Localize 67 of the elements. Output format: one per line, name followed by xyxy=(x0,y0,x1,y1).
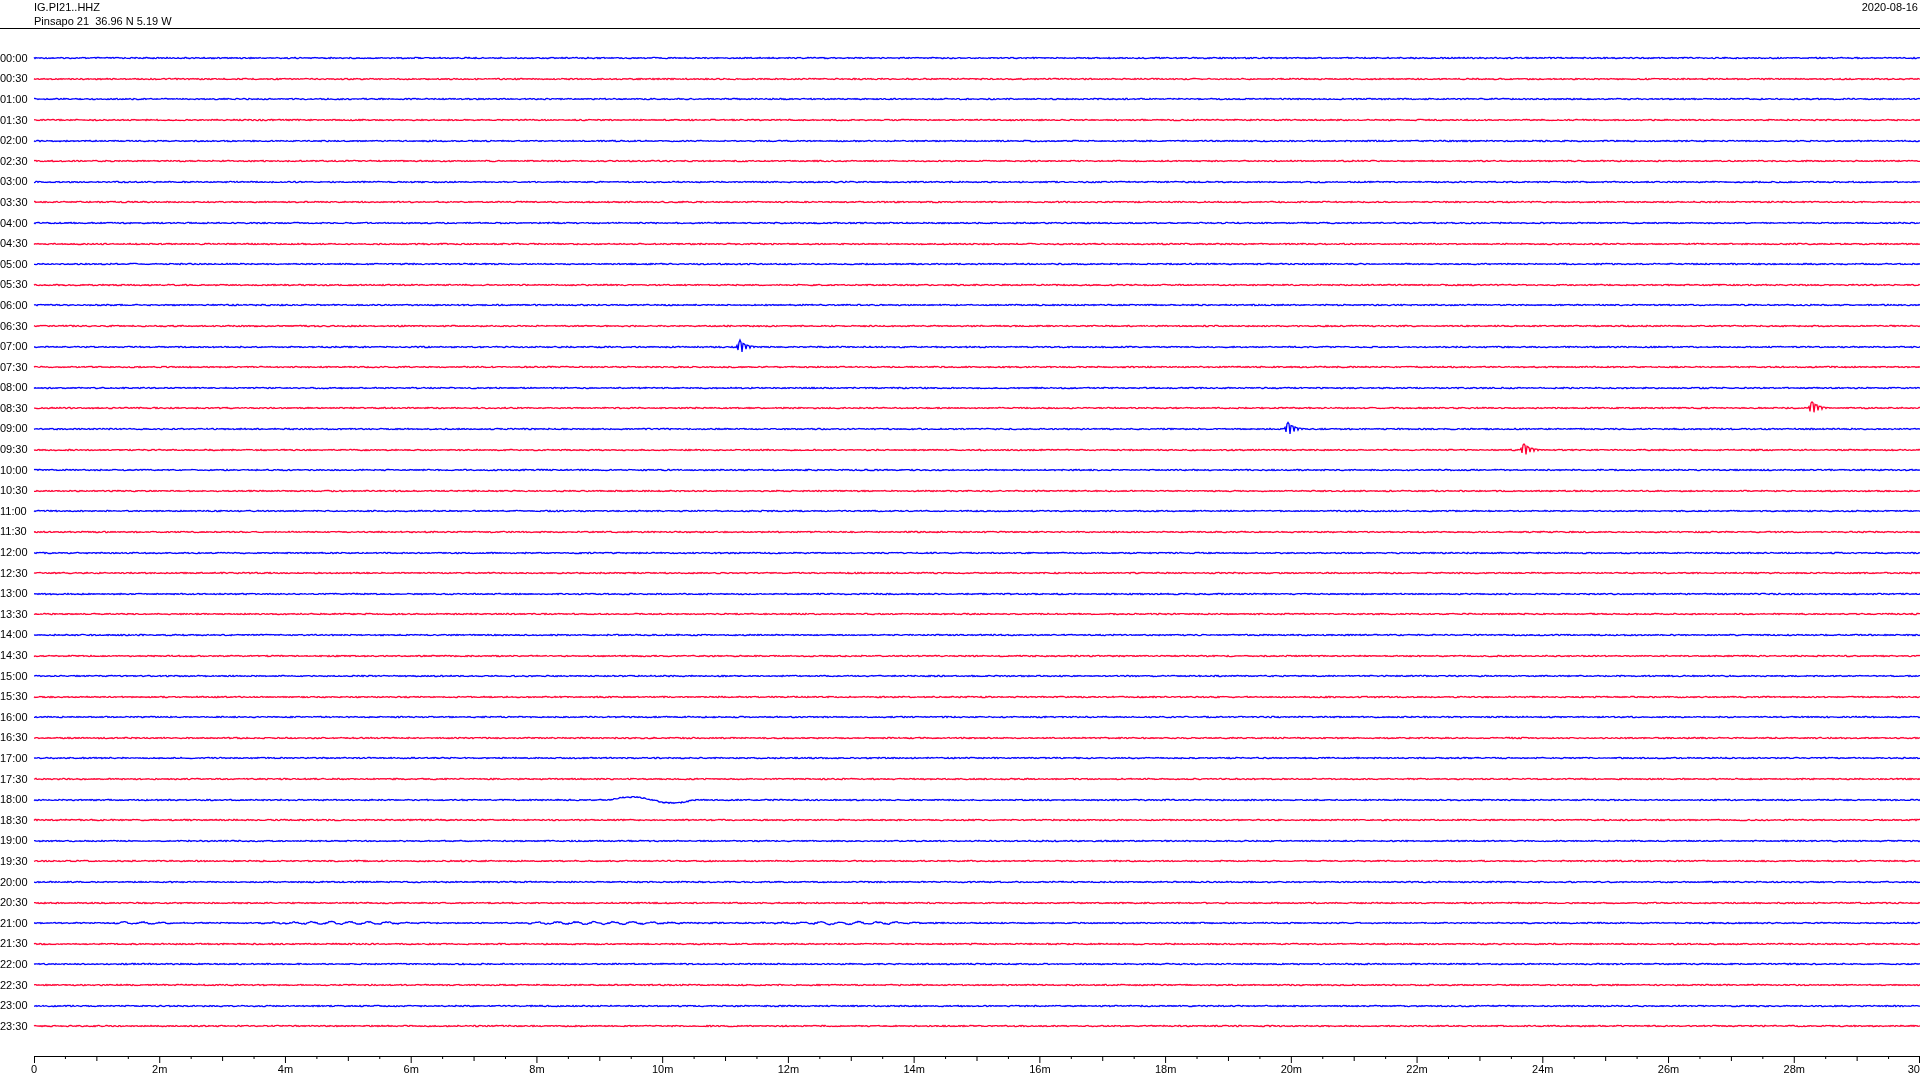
axis-label: 6m xyxy=(403,1063,419,1075)
time-label: 08:30 xyxy=(0,402,29,414)
time-label: 10:30 xyxy=(0,485,29,497)
time-label: 17:00 xyxy=(0,753,29,764)
time-label: 22:30 xyxy=(0,979,29,991)
axis-label: 2m xyxy=(152,1063,168,1075)
time-label: 03:30 xyxy=(0,196,29,208)
time-label: 00:30 xyxy=(0,73,29,85)
time-label: 13:30 xyxy=(0,608,29,620)
time-label: 07:00 xyxy=(0,341,29,353)
date-label: 2020-08-16 xyxy=(1861,0,1919,14)
time-label: 00:00 xyxy=(0,52,29,64)
station-info: Pinsapo 21 36.96 N 5.19 W xyxy=(34,14,172,28)
time-label: 05:00 xyxy=(0,258,29,270)
time-label: 15:00 xyxy=(0,670,29,682)
time-label: 02:00 xyxy=(0,135,29,147)
time-label: 16:00 xyxy=(0,711,29,723)
time-label: 15:30 xyxy=(0,691,29,703)
axis-label: 4m xyxy=(277,1063,294,1075)
time-label: 04:30 xyxy=(0,238,29,250)
axis-label: 26m xyxy=(1657,1063,1680,1075)
time-label: 14:00 xyxy=(0,629,29,641)
time-label: 18:30 xyxy=(0,814,29,826)
time-label: 16:30 xyxy=(0,732,29,744)
time-label: 23:30 xyxy=(0,1020,29,1032)
time-label: 13:00 xyxy=(0,588,29,600)
time-label: 19:00 xyxy=(0,835,29,847)
axis-label: 28m xyxy=(1783,1063,1805,1075)
time-label: 01:30 xyxy=(0,114,29,126)
axis-label: 10m xyxy=(651,1063,674,1075)
time-label: 12:00 xyxy=(0,547,29,559)
axis-label: 18m xyxy=(1154,1063,1177,1075)
axis-label: 14m xyxy=(903,1063,925,1075)
time-label: 09:30 xyxy=(0,444,29,456)
time-label: 07:30 xyxy=(0,361,29,373)
time-label: 02:30 xyxy=(0,155,29,167)
time-label: 14:30 xyxy=(0,650,29,661)
time-label: 20:00 xyxy=(0,876,29,888)
axis-label: 24m xyxy=(1532,1063,1554,1075)
time-label: 22:00 xyxy=(0,958,29,970)
axis-label: 8m xyxy=(529,1063,545,1075)
axis-label: 0 xyxy=(31,1063,38,1075)
time-label: 11:30 xyxy=(0,526,28,538)
axis-label: 12m xyxy=(777,1063,800,1075)
station-code: IG.PI21..HHZ xyxy=(34,0,102,14)
time-label: 06:00 xyxy=(0,299,29,311)
time-label: 05:30 xyxy=(0,279,29,291)
time-label: 21:00 xyxy=(0,917,29,929)
time-label: 04:00 xyxy=(0,217,29,229)
time-label: 17:30 xyxy=(0,773,29,785)
axis-label: 16m xyxy=(1029,1063,1051,1075)
time-label: 01:00 xyxy=(0,94,29,105)
axis-label: 22m xyxy=(1406,1063,1428,1075)
axis-label: 30 xyxy=(1907,1063,1920,1075)
time-label: 06:30 xyxy=(0,320,29,332)
time-label: 09:00 xyxy=(0,423,29,435)
time-label: 21:30 xyxy=(0,938,29,950)
time-label: 19:30 xyxy=(0,855,29,867)
time-label: 20:30 xyxy=(0,897,29,909)
time-label: 11:00 xyxy=(0,505,28,517)
axis-label: 20m xyxy=(1280,1063,1303,1075)
time-label: 08:00 xyxy=(0,382,29,394)
time-label: 18:00 xyxy=(0,794,29,806)
time-label: 10:00 xyxy=(0,464,29,476)
time-label: 12:30 xyxy=(0,567,29,579)
time-label: 23:00 xyxy=(0,1000,29,1012)
time-label: 03:00 xyxy=(0,176,29,188)
